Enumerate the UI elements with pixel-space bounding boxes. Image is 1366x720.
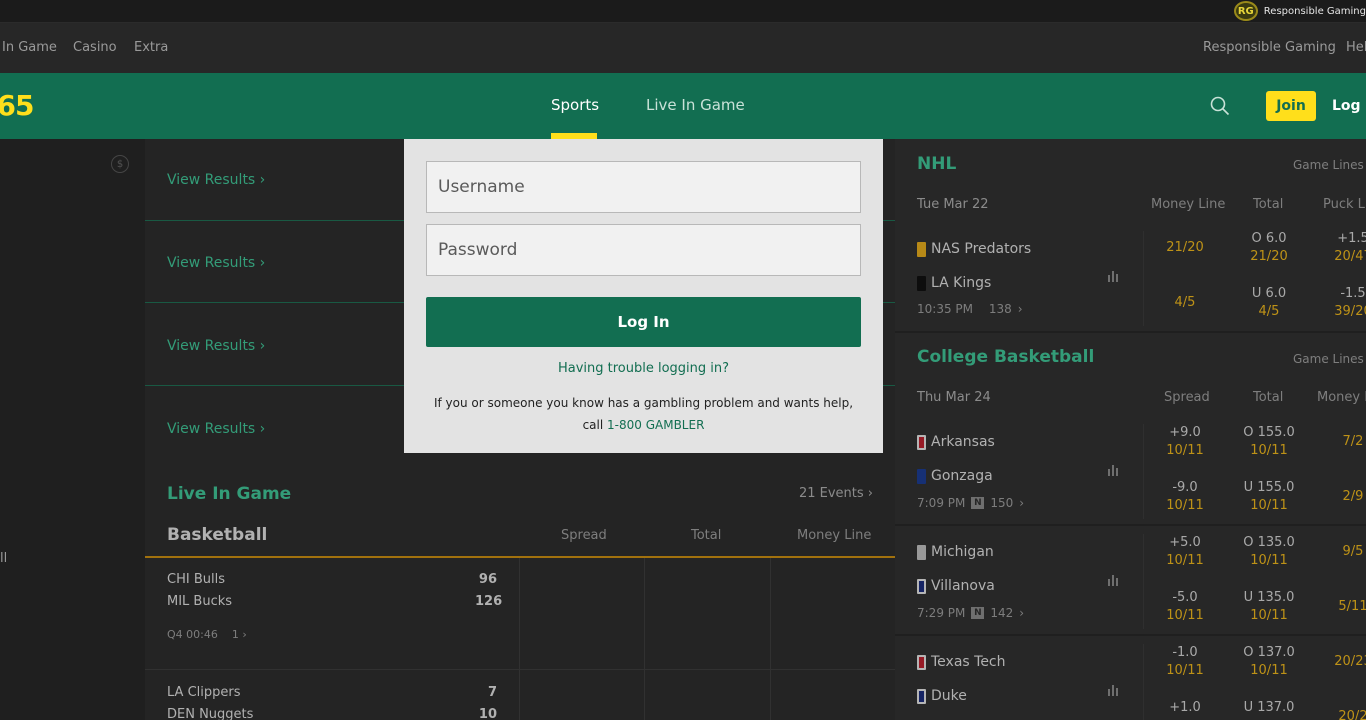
nav-casino[interactable]: Casino <box>73 40 117 55</box>
login-button[interactable]: Log In <box>426 297 861 347</box>
responsible-gaming-link[interactable]: RG Responsible Gaming <box>1233 0 1366 22</box>
nav-help[interactable]: Help <box>1346 40 1366 55</box>
tab-live-in-game[interactable]: Live In Game <box>646 96 745 114</box>
password-input[interactable] <box>426 224 861 276</box>
rg-logo-icon: RG <box>1233 1 1258 21</box>
brand-logo[interactable]: 365 <box>0 89 34 122</box>
search-icon[interactable] <box>1210 96 1230 116</box>
gambler-hotline-link[interactable]: 1-800 GAMBLER <box>607 418 704 432</box>
top-strip: RG Responsible Gaming <box>0 0 1366 23</box>
logo-text: 365 <box>0 89 34 122</box>
username-input[interactable] <box>426 161 861 213</box>
main-header: 365 Sports Live In Game Join Log In <box>0 73 1366 139</box>
login-modal: Log In Having trouble logging in? If you… <box>404 139 883 453</box>
secondary-nav: In Game Casino Extra Responsible Gaming … <box>0 23 1366 73</box>
join-button[interactable]: Join <box>1266 91 1316 121</box>
login-link[interactable]: Log In <box>1332 98 1366 114</box>
nav-extra[interactable]: Extra <box>134 40 168 55</box>
nav-responsible-gaming[interactable]: Responsible Gaming <box>1203 40 1336 55</box>
rg-label: Responsible Gaming <box>1263 5 1366 17</box>
trouble-logging-in-link[interactable]: Having trouble logging in? <box>404 361 883 376</box>
nav-in-game[interactable]: In Game <box>2 40 57 55</box>
gambling-help-text: If you or someone you know has a gamblin… <box>433 396 854 432</box>
tab-sports[interactable]: Sports <box>551 96 599 114</box>
